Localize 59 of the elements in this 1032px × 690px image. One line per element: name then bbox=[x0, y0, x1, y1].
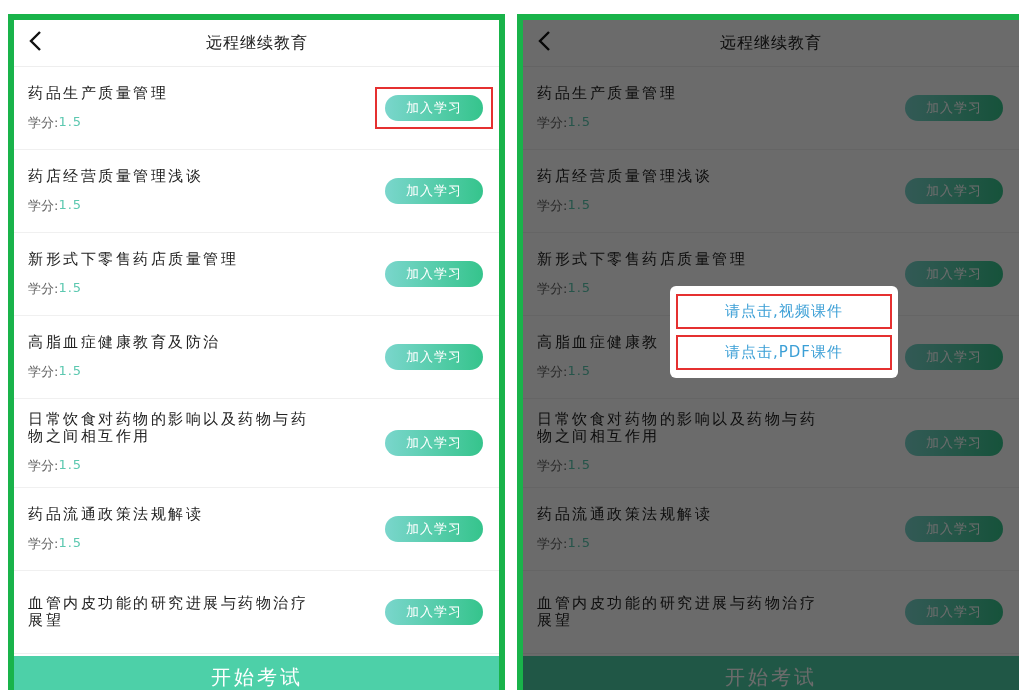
join-study-button[interactable]: 加入学习 bbox=[385, 261, 483, 287]
course-title: 药品流通政策法规解读 bbox=[537, 505, 712, 523]
credit-value: 1.5 bbox=[58, 457, 83, 474]
credit-label: 学分: bbox=[537, 113, 568, 132]
join-study-button[interactable]: 加入学习 bbox=[385, 516, 483, 542]
credit-label: 学分: bbox=[28, 362, 59, 381]
join-study-button[interactable]: 加入学习 bbox=[385, 178, 483, 204]
credit-label: 学分: bbox=[537, 534, 568, 553]
course-title: 新形式下零售药店质量管理 bbox=[537, 250, 747, 268]
credit-value: 1.5 bbox=[567, 113, 592, 131]
credit-value: 1.5 bbox=[567, 196, 592, 214]
credit-value: 1.5 bbox=[58, 534, 83, 552]
credit-value: 1.5 bbox=[58, 279, 83, 297]
course-title: 药品生产质量管理 bbox=[537, 84, 677, 102]
credit-label: 学分: bbox=[28, 196, 59, 215]
back-icon[interactable] bbox=[28, 30, 42, 52]
course-title: 药店经营质量管理浅谈 bbox=[28, 167, 203, 185]
join-study-button[interactable]: 加入学习 bbox=[905, 516, 1003, 542]
popup-option[interactable]: 请点击,视频课件 bbox=[676, 294, 892, 329]
credit-label: 学分: bbox=[537, 457, 568, 475]
start-exam-button[interactable]: 开始考试 bbox=[523, 656, 1019, 690]
credit-label: 学分: bbox=[28, 279, 59, 298]
join-study-button[interactable]: 加入学习 bbox=[905, 430, 1003, 456]
join-study-button[interactable]: 加入学习 bbox=[905, 599, 1003, 625]
credit-value: 1.5 bbox=[58, 113, 83, 131]
credit-label: 学分: bbox=[537, 362, 568, 381]
page-title: 远程继续教育 bbox=[205, 32, 308, 54]
credit-label: 学分: bbox=[28, 534, 59, 553]
join-study-button[interactable]: 加入学习 bbox=[385, 599, 483, 625]
course-title: 高脂血症健康教育及防治 bbox=[28, 333, 221, 351]
course-title: 药品流通政策法规解读 bbox=[28, 505, 203, 523]
course-title: 高脂血症健康教 bbox=[537, 333, 660, 351]
credit-value: 1.5 bbox=[58, 362, 83, 380]
join-study-button[interactable]: 加入学习 bbox=[905, 261, 1003, 287]
credit-value: 1.5 bbox=[567, 279, 592, 297]
course-title: 药店经营质量管理浅谈 bbox=[537, 167, 712, 185]
course-title: 血管内皮功能的研究进展与药物治疗展望 bbox=[537, 595, 818, 629]
course-title: 血管内皮功能的研究进展与药物治疗展望 bbox=[28, 595, 309, 629]
credit-label: 学分: bbox=[28, 113, 59, 132]
join-study-button[interactable]: 加入学习 bbox=[905, 95, 1003, 121]
join-study-button[interactable]: 加入学习 bbox=[385, 95, 483, 121]
start-exam-button[interactable]: 开始考试 bbox=[14, 656, 499, 690]
course-title: 日常饮食对药物的影响以及药物与药物之间相互作用 bbox=[537, 411, 818, 445]
credit-value: 1.5 bbox=[58, 196, 83, 214]
course-title: 日常饮食对药物的影响以及药物与药物之间相互作用 bbox=[28, 411, 309, 445]
credit-value: 1.5 bbox=[567, 457, 592, 474]
join-study-button[interactable]: 加入学习 bbox=[905, 178, 1003, 204]
course-title: 新形式下零售药店质量管理 bbox=[28, 250, 238, 268]
credit-label: 学分: bbox=[28, 457, 59, 475]
page-title: 远程继续教育 bbox=[720, 32, 822, 54]
join-study-button[interactable]: 加入学习 bbox=[905, 344, 1003, 370]
course-title: 药品生产质量管理 bbox=[28, 84, 168, 102]
join-study-button[interactable]: 加入学习 bbox=[385, 344, 483, 370]
credit-label: 学分: bbox=[537, 196, 568, 215]
join-study-button[interactable]: 加入学习 bbox=[385, 430, 483, 456]
credit-value: 1.5 bbox=[567, 362, 592, 380]
credit-label: 学分: bbox=[537, 279, 568, 298]
credit-value: 1.5 bbox=[567, 534, 592, 552]
popup-option[interactable]: 请点击,PDF课件 bbox=[676, 335, 892, 370]
